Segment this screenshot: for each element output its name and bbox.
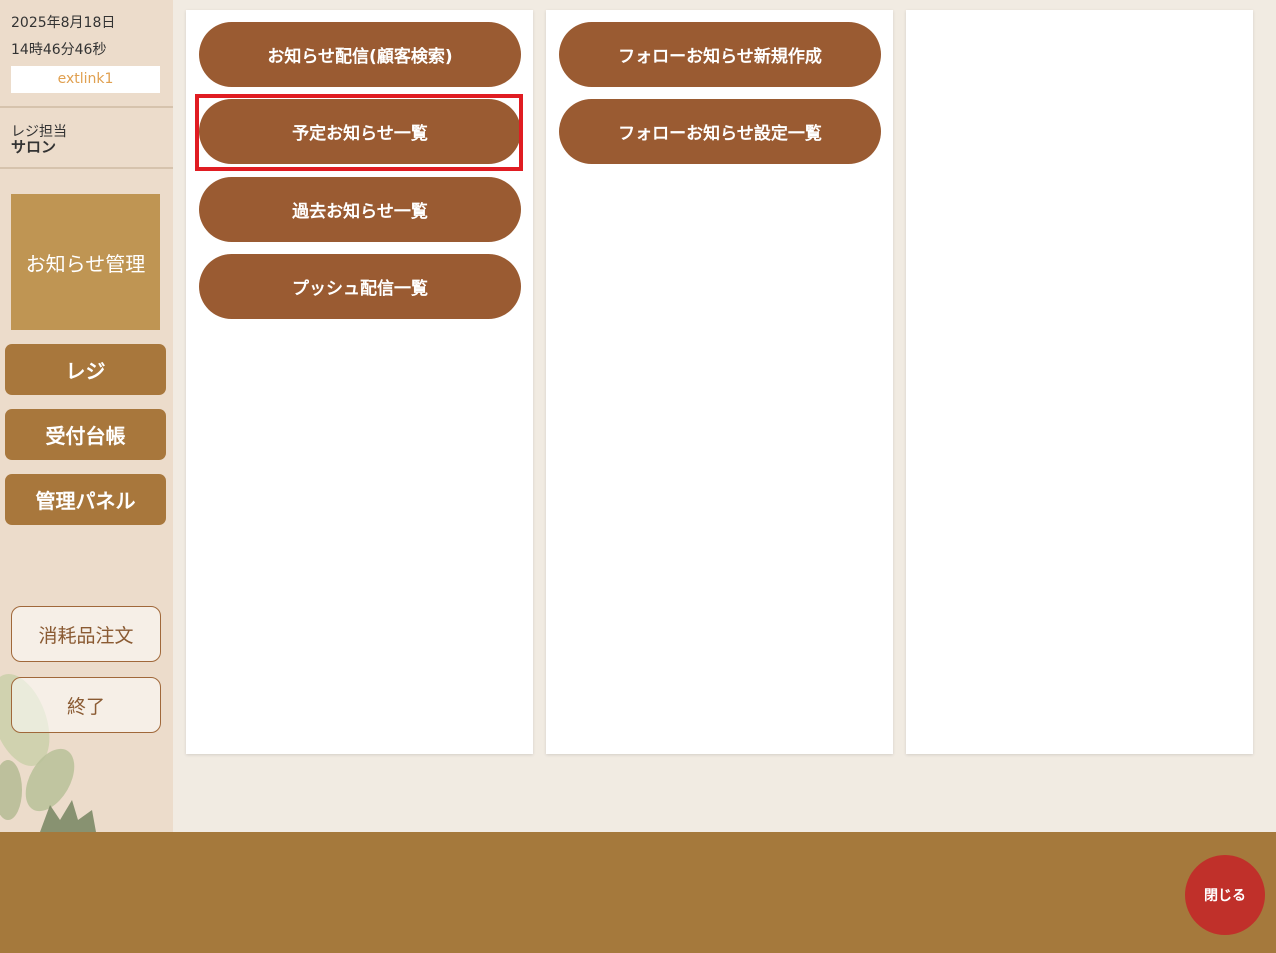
divider <box>0 106 173 108</box>
exit-button[interactable]: 終了 <box>11 677 161 733</box>
nav-reception-ledger-button[interactable]: 受付台帳 <box>5 409 166 460</box>
nav-admin-panel-button[interactable]: 管理パネル <box>5 474 166 525</box>
footer-bar <box>0 832 1276 953</box>
supplies-order-button[interactable]: 消耗品注文 <box>11 606 161 662</box>
current-date: 2025年8月18日 <box>11 15 116 31</box>
notice-send-search-button[interactable]: お知らせ配信(顧客検索) <box>199 22 521 87</box>
sidebar: 2025年8月18日 14時46分46秒 extlink1 レジ担当 サロン お… <box>0 0 173 832</box>
current-menu-notice-management[interactable]: お知らせ管理 <box>11 194 160 330</box>
follow-notice-settings-list-button[interactable]: フォローお知らせ設定一覧 <box>559 99 881 164</box>
panel-notice: お知らせ配信(顧客検索) 予定お知らせ一覧 過去お知らせ一覧 プッシュ配信一覧 <box>186 10 533 754</box>
push-delivery-list-button[interactable]: プッシュ配信一覧 <box>199 254 521 319</box>
close-button[interactable]: 閉じる <box>1185 855 1265 935</box>
scheduled-notice-list-button[interactable]: 予定お知らせ一覧 <box>199 99 521 164</box>
user-id: extlink1 <box>11 66 160 93</box>
nav-register-button[interactable]: レジ <box>5 344 166 395</box>
past-notice-list-button[interactable]: 過去お知らせ一覧 <box>199 177 521 242</box>
panel-follow: フォローお知らせ新規作成 フォローお知らせ設定一覧 <box>546 10 893 754</box>
divider <box>0 167 173 169</box>
current-time: 14時46分46秒 <box>11 42 107 58</box>
panel-empty <box>906 10 1253 754</box>
staff-name: サロン <box>11 138 57 156</box>
follow-notice-create-button[interactable]: フォローお知らせ新規作成 <box>559 22 881 87</box>
